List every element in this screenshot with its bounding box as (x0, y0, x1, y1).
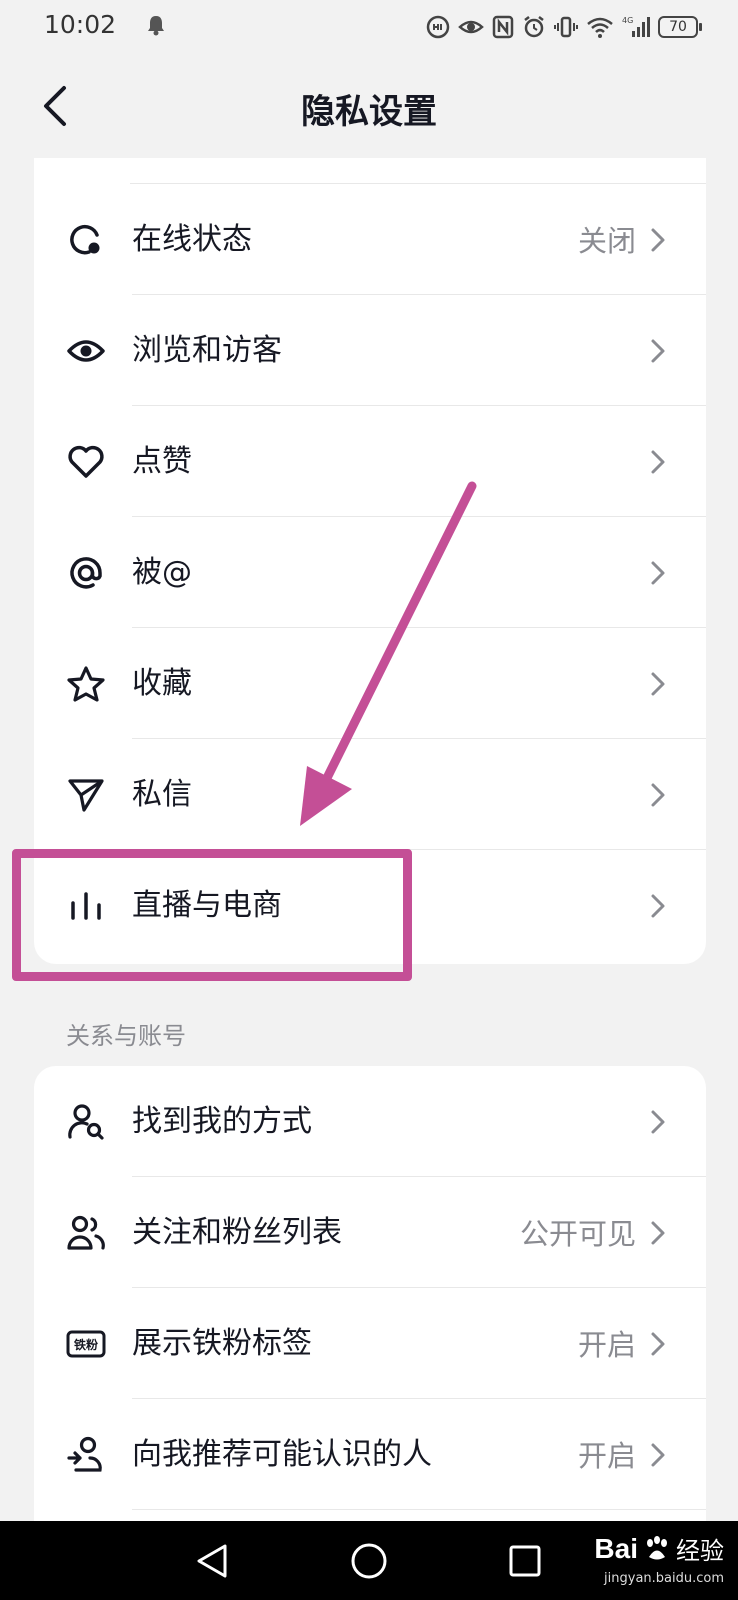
row-browse-visitors[interactable]: 浏览和访客 (34, 295, 706, 406)
page-title: 隐私设置 (301, 92, 437, 132)
circle-home-icon (351, 1543, 387, 1579)
nav-back-button[interactable] (190, 1539, 234, 1583)
status-time: 10:02 (44, 10, 117, 39)
find-user-icon (66, 1102, 106, 1142)
fan-badge-icon: 铁粉 (66, 1324, 106, 1364)
chevron-right-icon (646, 337, 670, 365)
chevron-right-icon (646, 226, 670, 254)
row-label: 在线状态 (132, 222, 252, 257)
nav-recents-button[interactable] (503, 1539, 547, 1583)
online-status-icon (66, 220, 106, 260)
users-icon (66, 1213, 106, 1253)
row-value: 公开可见 (519, 1217, 636, 1251)
status-bar: 10:02 4G 70 (0, 0, 738, 56)
row-label: 直播与电商 (132, 888, 282, 923)
row-favorites[interactable]: 收藏 (34, 628, 706, 739)
row-likes[interactable]: 点赞 (34, 406, 706, 517)
system-nav-bar: Bai 经验 jingyan.baidu.com (0, 1521, 738, 1600)
row-mentions[interactable]: 被@ (34, 517, 706, 628)
send-icon (66, 775, 106, 815)
watermark-url: jingyan.baidu.com (604, 1571, 724, 1586)
section-title: 关系与账号 (66, 1022, 186, 1050)
chevron-right-icon (646, 1108, 670, 1136)
row-label: 点赞 (132, 444, 192, 479)
live-bars-icon (66, 886, 106, 926)
row-fan-badge[interactable]: 铁粉 展示铁粉标签 开启 (34, 1288, 706, 1399)
battery-indicator: 70 (658, 16, 702, 38)
row-recommend-people[interactable]: 向我推荐可能认识的人 开启 (34, 1399, 706, 1510)
nfc-icon (492, 15, 514, 39)
row-follow-list[interactable]: 关注和粉丝列表 公开可见 (34, 1177, 706, 1288)
row-label: 向我推荐可能认识的人 (132, 1437, 432, 1472)
baidu-watermark: Bai 经验 (594, 1531, 724, 1566)
notification-bell-icon (148, 16, 164, 36)
row-online-status[interactable]: 在线状态 关闭 (34, 184, 706, 295)
hd-call-icon (426, 15, 450, 39)
at-icon (66, 553, 106, 593)
star-icon (66, 664, 106, 704)
alarm-icon (524, 16, 544, 38)
row-find-me[interactable]: 找到我的方式 (34, 1066, 706, 1177)
chevron-right-icon (646, 1330, 670, 1358)
row-label: 浏览和访客 (132, 333, 282, 368)
chevron-right-icon (646, 559, 670, 587)
chevron-right-icon (646, 781, 670, 809)
heart-icon (66, 442, 106, 482)
square-recents-icon (509, 1545, 541, 1577)
chevron-right-icon (646, 670, 670, 698)
account-settings-card: 找到我的方式 关注和粉丝列表 公开可见 铁粉 展示铁粉标签 开启 向我推荐可能认… (34, 1066, 706, 1526)
chevron-right-icon (646, 892, 670, 920)
vibrate-icon (554, 16, 578, 38)
paw-logo-icon (647, 1535, 667, 1559)
svg-text:4G: 4G (622, 16, 633, 25)
signal-icon: 4G (622, 16, 650, 37)
chevron-right-icon (646, 1441, 670, 1469)
row-label: 找到我的方式 (132, 1104, 312, 1139)
watermark-brand: Bai (594, 1532, 638, 1564)
eye-icon (66, 331, 106, 371)
row-value: 开启 (577, 1328, 636, 1362)
header: 隐私设置 (0, 56, 738, 156)
wifi-icon (587, 17, 613, 38)
row-messages[interactable]: 私信 (34, 739, 706, 850)
row-label: 被@ (132, 555, 192, 590)
privacy-settings-card: 在线状态 关闭 浏览和访客 点赞 被@ 收藏 私信 直播与电商 (34, 158, 706, 964)
row-label: 关注和粉丝列表 (132, 1215, 342, 1250)
row-live-commerce[interactable]: 直播与电商 (34, 850, 706, 961)
chevron-right-icon (646, 1219, 670, 1247)
row-label: 展示铁粉标签 (132, 1326, 312, 1361)
row-label: 私信 (132, 777, 192, 812)
row-value: 开启 (577, 1439, 636, 1473)
nav-home-button[interactable] (347, 1539, 391, 1583)
triangle-back-icon (197, 1544, 227, 1578)
recommend-user-icon (66, 1435, 106, 1475)
watermark-brand-tail: 经验 (676, 1537, 724, 1565)
fan-badge-text: 铁粉 (74, 1337, 98, 1352)
chevron-right-icon (646, 448, 670, 476)
divider (132, 1509, 706, 1510)
status-icons: 4G 70 (426, 10, 702, 44)
row-label: 收藏 (132, 666, 192, 701)
eye-status-icon (458, 20, 484, 34)
row-value: 关闭 (577, 224, 636, 258)
